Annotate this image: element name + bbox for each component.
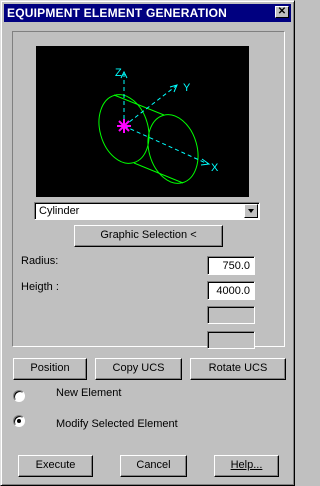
height-input[interactable]: 4000.0 bbox=[207, 281, 255, 300]
y-axis-label: Y bbox=[183, 82, 191, 94]
z-axis-label: Z bbox=[115, 67, 122, 79]
shape-preview: Z Y X bbox=[36, 46, 249, 197]
cancel-button[interactable]: Cancel bbox=[120, 455, 187, 477]
x-axis-label: X bbox=[211, 162, 219, 174]
y-axis bbox=[123, 85, 177, 127]
window-title: EQUIPMENT ELEMENT GENERATION bbox=[7, 6, 228, 20]
empty-field-2 bbox=[207, 331, 255, 349]
origin-marker bbox=[117, 119, 131, 133]
help-button[interactable]: Help... bbox=[214, 455, 279, 477]
empty-field-1 bbox=[207, 306, 255, 324]
copy-ucs-button[interactable]: Copy UCS bbox=[95, 358, 182, 380]
close-button[interactable]: ✕ bbox=[275, 6, 289, 18]
radius-input[interactable]: 750.0 bbox=[207, 256, 255, 275]
modify-selected-label[interactable]: Modify Selected Element bbox=[56, 418, 178, 430]
dialog-window: EQUIPMENT ELEMENT GENERATION ✕ Z Y X Cyl… bbox=[0, 0, 295, 486]
preview-canvas: Z Y X bbox=[98, 67, 219, 184]
help-label: Help... bbox=[230, 459, 263, 471]
graphic-selection-button[interactable]: Graphic Selection < bbox=[74, 225, 223, 247]
cylinder-outline bbox=[98, 94, 199, 184]
new-element-label[interactable]: New Element bbox=[56, 387, 121, 399]
shape-type-select[interactable]: Cylinder bbox=[34, 202, 260, 220]
shape-type-value: Cylinder bbox=[39, 205, 80, 217]
x-axis bbox=[123, 125, 209, 165]
height-label: Heigth : bbox=[21, 281, 59, 293]
radius-label: Radius: bbox=[21, 255, 59, 267]
execute-button[interactable]: Execute bbox=[18, 455, 93, 477]
new-element-radio[interactable] bbox=[13, 390, 25, 402]
position-button[interactable]: Position bbox=[13, 358, 87, 380]
modify-selected-radio[interactable] bbox=[13, 415, 25, 427]
rotate-ucs-button[interactable]: Rotate UCS bbox=[190, 358, 286, 380]
title-bar[interactable]: EQUIPMENT ELEMENT GENERATION ✕ bbox=[4, 4, 291, 22]
chevron-down-icon[interactable] bbox=[244, 204, 258, 218]
axes bbox=[120, 70, 211, 166]
x-axis-arrow bbox=[200, 158, 211, 166]
